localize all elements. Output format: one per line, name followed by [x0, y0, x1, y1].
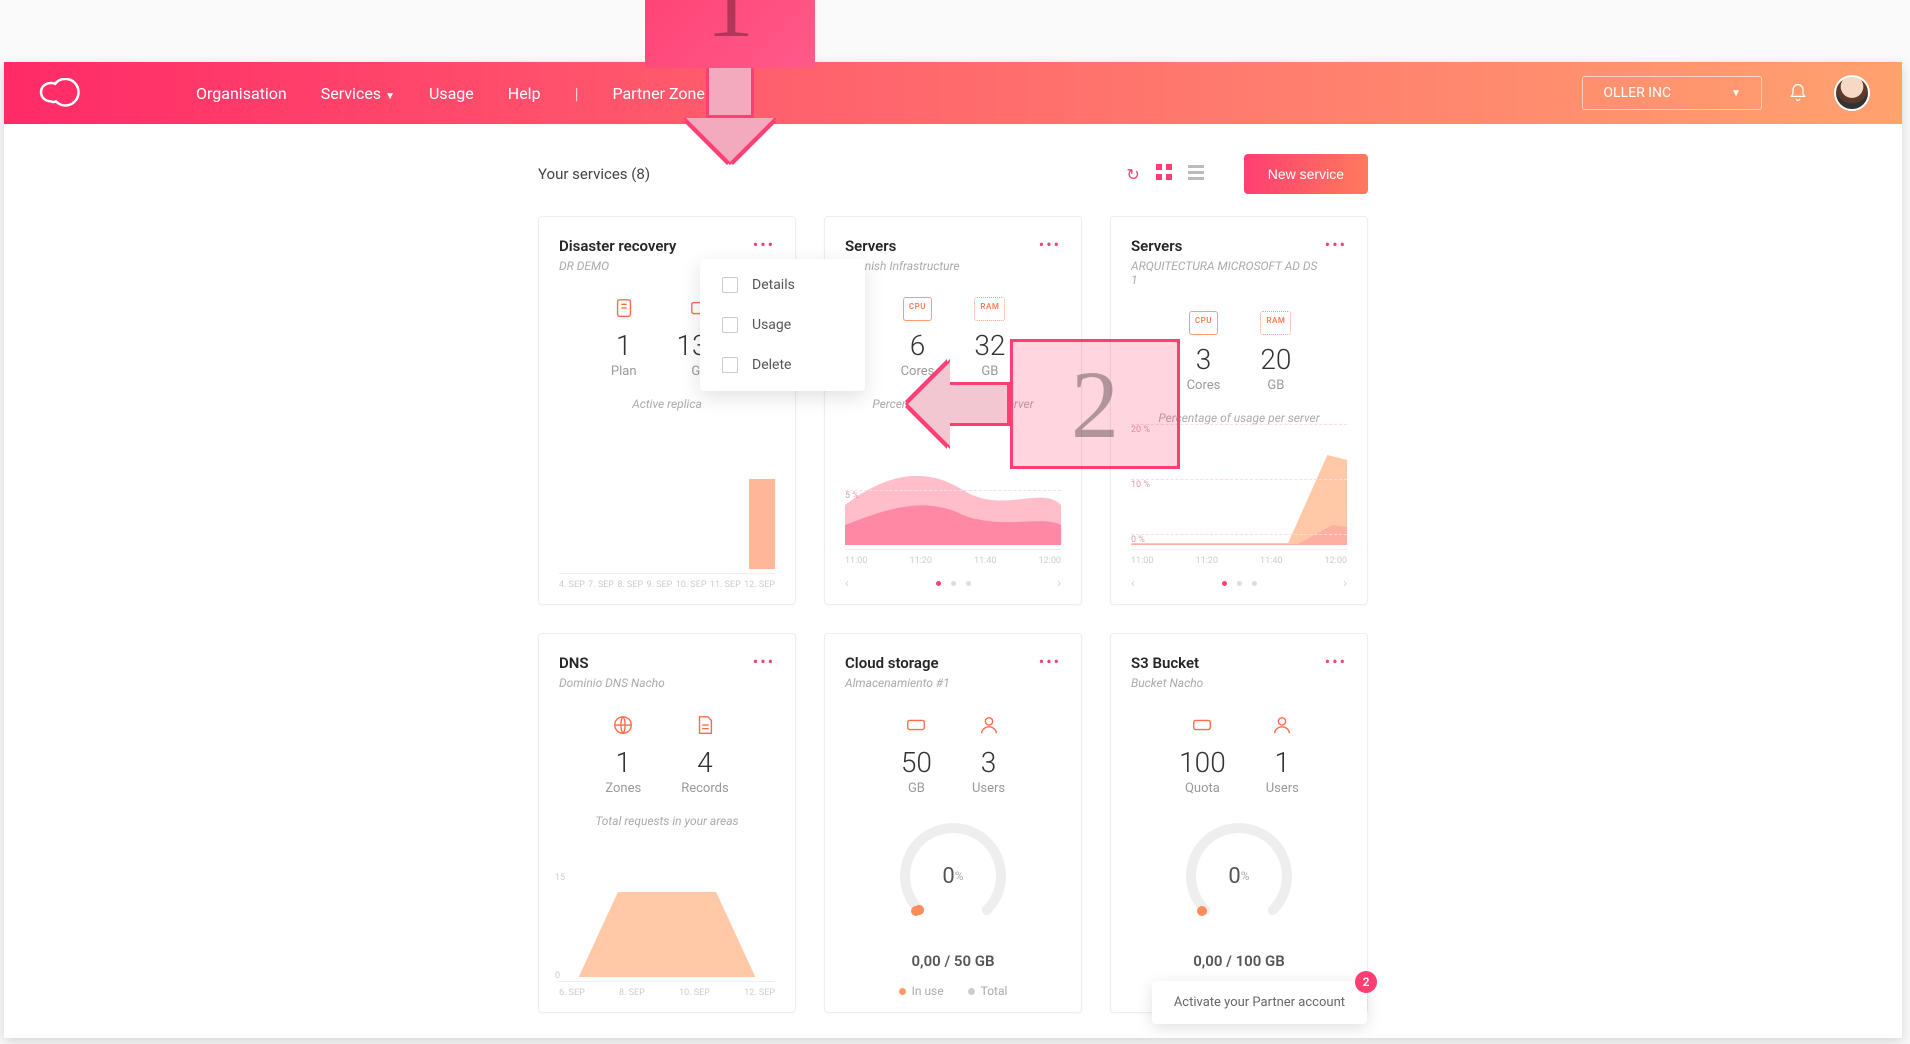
topbar: Organisation Services▼ Usage Help | Part…: [4, 62, 1902, 124]
gauge-legend: In use Total: [845, 984, 1061, 998]
avatar[interactable]: [1834, 75, 1870, 111]
org-selector[interactable]: OLLER INC▼: [1582, 76, 1762, 110]
stat-label: Plan: [611, 364, 637, 379]
card-more-icon[interactable]: •••: [1325, 237, 1347, 253]
nav-links: Organisation Services▼ Usage Help | Part…: [196, 84, 705, 103]
area-chart: 15 0: [559, 877, 775, 977]
nav-help[interactable]: Help: [508, 84, 541, 103]
annotation-callout-2: 2: [908, 339, 1180, 469]
menu-usage[interactable]: Usage: [700, 305, 865, 345]
card-subtitle: Almacenamiento #1: [845, 676, 950, 690]
pager-next-icon[interactable]: ›: [1057, 576, 1061, 590]
stat-label: Zones: [605, 781, 641, 796]
stat-value: 20: [1260, 343, 1291, 376]
card-more-icon[interactable]: •••: [1039, 654, 1061, 670]
grid-view-icon[interactable]: [1156, 164, 1172, 184]
notifications-icon[interactable]: [1788, 83, 1808, 103]
card-subtitle: ARQUITECTURA MICROSOFT AD DS 1: [1131, 259, 1325, 287]
card-more-icon[interactable]: •••: [1325, 654, 1347, 670]
stat-label: GB: [901, 781, 932, 796]
card-title: DNS: [559, 654, 665, 672]
logo-icon: [36, 78, 86, 108]
stat-value: 100: [1179, 746, 1226, 779]
stat-label: Users: [972, 781, 1005, 796]
stat-value: 3: [972, 746, 1005, 779]
card-more-icon[interactable]: •••: [753, 654, 775, 670]
stat-label: Users: [1266, 781, 1299, 796]
stat-label: Quota: [1179, 781, 1226, 796]
gauge-chart: 0%: [1179, 816, 1299, 936]
card-title: Servers: [1131, 237, 1325, 255]
user-icon: [1266, 714, 1299, 738]
ram-icon: RAM: [1260, 311, 1291, 335]
menu-details[interactable]: Details: [700, 265, 865, 305]
card-title: S3 Bucket: [1131, 654, 1203, 672]
stat-label: Cores: [1187, 378, 1221, 393]
globe-icon: [605, 714, 641, 738]
nav-usage[interactable]: Usage: [429, 84, 474, 103]
stat-value: 3: [1187, 343, 1221, 376]
card-subtitle: Bucket Nacho: [1131, 676, 1203, 690]
service-card-cloud-storage: Cloud storage Almacenamiento #1 ••• 50 G…: [824, 633, 1082, 1013]
stat-value: 50: [901, 746, 932, 779]
chart-pager: ‹ ›: [845, 576, 1061, 590]
card-subtitle: DR DEMO: [559, 259, 676, 273]
card-title: Servers: [845, 237, 960, 255]
ram-icon: RAM: [974, 297, 1005, 321]
x-axis: 11:0011:20 11:4012:00: [1131, 549, 1347, 566]
chart-pager: ‹ ›: [1131, 576, 1347, 590]
list-view-icon[interactable]: [1188, 164, 1204, 184]
plan-icon: [611, 297, 637, 321]
card-title: Disaster recovery: [559, 237, 676, 255]
cpu-icon: CPU: [1187, 311, 1221, 335]
disk-icon: [1179, 714, 1226, 738]
popup-badge: 2: [1355, 971, 1377, 993]
nav-divider: |: [575, 84, 579, 103]
stat-value: 1: [1266, 746, 1299, 779]
file-icon: [681, 714, 728, 738]
card-more-icon[interactable]: •••: [753, 237, 775, 253]
card-tagline: Total requests in your areas: [559, 814, 775, 828]
stat-label: GB: [1260, 378, 1291, 393]
bar-chart: [559, 479, 775, 569]
user-icon: [972, 714, 1005, 738]
nav-organisation[interactable]: Organisation: [196, 84, 287, 103]
service-card-disaster-recovery: Disaster recovery DR DEMO ••• 1 Plan: [538, 216, 796, 605]
service-card-s3: S3 Bucket Bucket Nacho ••• 100 Quota: [1110, 633, 1368, 1013]
annotation-callout-1: 1: [645, 0, 815, 162]
pager-prev-icon[interactable]: ‹: [845, 576, 849, 590]
refresh-icon[interactable]: ↻: [1126, 165, 1139, 184]
service-card-dns: DNS Dominio DNS Nacho ••• 1 Zones: [538, 633, 796, 1013]
x-axis: 11:0011:20 11:4012:00: [845, 549, 1061, 566]
services-count: Your services (8): [538, 165, 650, 183]
nav-services[interactable]: Services▼: [321, 84, 395, 103]
partner-activation-popup[interactable]: Activate your Partner account 2: [1152, 981, 1367, 1024]
stat-value: 4: [681, 746, 728, 779]
card-context-menu: Details Usage Delete: [700, 259, 865, 391]
cpu-icon: CPU: [901, 297, 935, 321]
stat-value: 1: [605, 746, 641, 779]
app-window: Organisation Services▼ Usage Help | Part…: [4, 62, 1902, 1038]
pager-prev-icon[interactable]: ‹: [1131, 576, 1135, 590]
pager-next-icon[interactable]: ›: [1343, 576, 1347, 590]
menu-delete[interactable]: Delete: [700, 345, 865, 385]
disk-icon: [901, 714, 932, 738]
gauge-chart: 0%: [893, 816, 1013, 936]
card-title: Cloud storage: [845, 654, 950, 672]
stat-value: 1: [611, 329, 637, 362]
x-axis: 6. SEP8. SEP 10. SEP12. SEP: [559, 981, 775, 998]
card-subtitle: Dominio DNS Nacho: [559, 676, 665, 690]
card-tagline: Active replica: [559, 397, 775, 411]
card-more-icon[interactable]: •••: [1039, 237, 1061, 253]
x-axis: 4. SEP7. SEP 8. SEP9. SEP 10. SEP11. SEP…: [559, 573, 775, 590]
new-service-button[interactable]: New service: [1244, 154, 1368, 194]
stat-label: Records: [681, 781, 728, 796]
